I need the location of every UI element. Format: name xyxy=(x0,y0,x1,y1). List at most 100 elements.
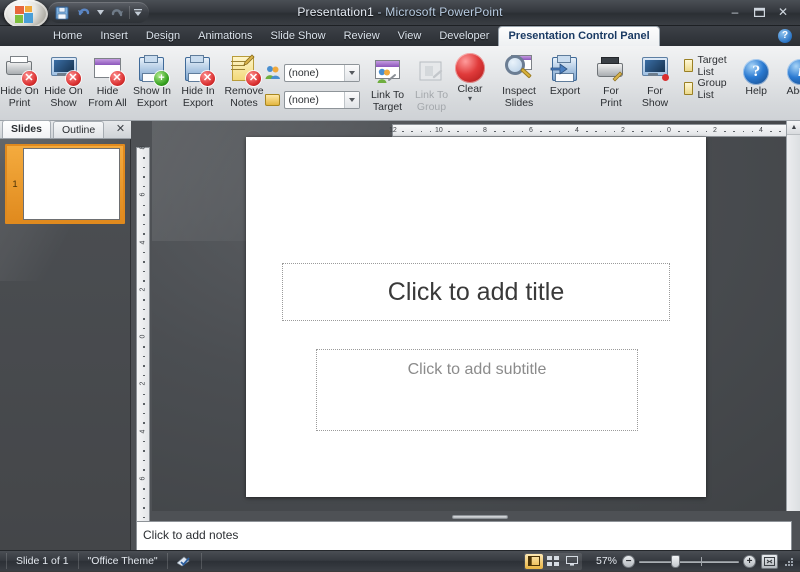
zoom-level[interactable]: 57% xyxy=(587,555,617,567)
button-label-line2: Show xyxy=(50,98,76,110)
folder-icon xyxy=(265,92,281,108)
about-button[interactable]: i About xyxy=(778,54,800,101)
ruler-tick-label: 6 xyxy=(139,193,146,197)
button-label-line2: Export xyxy=(137,98,167,110)
title-placeholder[interactable]: Click to add title xyxy=(282,263,670,321)
slide-surface[interactable]: Click to add title Click to add subtitle xyxy=(246,137,706,497)
export-button[interactable]: Export xyxy=(543,50,587,101)
for-print-button[interactable]: For Print xyxy=(589,50,633,112)
ruler-tick xyxy=(770,131,772,133)
hide-in-export-button[interactable]: ✕ Hide In Export xyxy=(175,50,221,112)
tab-presentation-control-panel[interactable]: Presentation Control Panel xyxy=(498,26,659,46)
zoom-track[interactable] xyxy=(639,555,739,568)
ruler-tick xyxy=(494,131,496,133)
normal-view-icon xyxy=(528,556,540,566)
button-label-line1: Inspect xyxy=(502,86,536,98)
zoom-slider[interactable]: − + xyxy=(622,555,756,568)
target-combo[interactable]: (none) xyxy=(284,64,360,82)
slide-sorter-view-button[interactable] xyxy=(544,554,562,569)
ruler-tick xyxy=(143,328,145,330)
close-pane-icon[interactable]: ✕ xyxy=(114,123,127,136)
group-list-button[interactable]: Group List xyxy=(679,79,735,98)
spell-check-status[interactable] xyxy=(168,553,202,569)
tab-review[interactable]: Review xyxy=(335,27,389,46)
ruler-tick xyxy=(467,131,469,133)
slide-thumbnail-preview xyxy=(23,148,120,220)
scroll-up-icon[interactable]: ▲ xyxy=(787,121,800,135)
ruler-tick xyxy=(143,176,145,178)
ruler-tick-label: 2 xyxy=(139,287,146,291)
ruler-tick xyxy=(143,299,145,301)
tab-slides[interactable]: Slides xyxy=(2,120,51,138)
chevron-down-icon[interactable] xyxy=(344,92,359,108)
ruler-tick xyxy=(448,131,450,133)
chevron-down-icon[interactable]: ▾ xyxy=(451,96,489,101)
ruler-tick xyxy=(733,131,735,133)
ruler-tick-label: 2 xyxy=(621,127,625,134)
slide-counter[interactable]: Slide 1 of 1 xyxy=(6,553,79,569)
ruler-tick xyxy=(687,131,689,133)
maximize-button[interactable] xyxy=(748,4,770,20)
zoom-out-button[interactable]: − xyxy=(622,555,635,568)
tab-outline[interactable]: Outline xyxy=(53,121,104,138)
ruler-tick xyxy=(421,131,423,133)
fit-to-window-button[interactable] xyxy=(761,554,778,569)
link-to-target-button[interactable]: Link To Target xyxy=(366,54,410,116)
splitter-grip[interactable] xyxy=(452,515,508,519)
slide-x-icon: ✕ xyxy=(92,53,124,85)
zoom-handle[interactable] xyxy=(671,555,680,568)
group-combo[interactable]: (none) xyxy=(284,91,360,109)
tab-home[interactable]: Home xyxy=(44,27,91,46)
no-entry-icon xyxy=(454,53,486,83)
normal-view-button[interactable] xyxy=(525,554,543,569)
help-question-icon: ? xyxy=(740,57,772,85)
notes-splitter[interactable] xyxy=(136,514,792,520)
chevron-down-icon[interactable] xyxy=(344,65,359,81)
button-label-line2: Show xyxy=(642,98,668,110)
ruler-tick xyxy=(143,460,145,462)
ribbon-help-icon[interactable]: ? xyxy=(778,29,792,43)
ruler-tick xyxy=(513,131,515,133)
for-show-button[interactable]: For Show xyxy=(633,50,677,112)
vertical-scrollbar[interactable]: ▲ xyxy=(786,121,800,511)
remove-notes-button[interactable]: ✕ Remove Notes xyxy=(221,50,267,112)
vertical-ruler[interactable]: 864202468 xyxy=(136,147,150,527)
group-combo-value: (none) xyxy=(289,94,319,106)
subtitle-placeholder[interactable]: Click to add subtitle xyxy=(316,349,638,431)
tab-slide-show[interactable]: Slide Show xyxy=(262,27,335,46)
hide-on-show-button[interactable]: ✕ Hide On Show xyxy=(42,50,86,112)
tab-animations[interactable]: Animations xyxy=(189,27,261,46)
slide-show-view-button[interactable] xyxy=(563,554,581,569)
resize-grip[interactable] xyxy=(783,556,794,567)
tab-developer[interactable]: Developer xyxy=(430,27,498,46)
inspect-slides-button[interactable]: Inspect Slides xyxy=(495,50,543,112)
zoom-in-button[interactable]: + xyxy=(743,555,756,568)
slide-thumbnail-1[interactable]: 1 xyxy=(5,144,125,224)
link-group-icon xyxy=(416,57,448,89)
tab-insert[interactable]: Insert xyxy=(91,27,137,46)
button-label-line1: Show In xyxy=(133,86,171,98)
minimize-button[interactable]: – xyxy=(724,4,746,20)
notes-pane[interactable]: Click to add notes xyxy=(136,521,792,551)
ruler-tick-label: 6 xyxy=(139,476,146,480)
title-separator: - xyxy=(374,5,385,19)
group-list-icon xyxy=(684,82,693,95)
clear-button[interactable]: Clear ▾ xyxy=(449,50,491,104)
hide-from-all-button[interactable]: ✕ Hide From All xyxy=(86,50,130,112)
ruler-tick xyxy=(549,131,551,133)
horizontal-ruler[interactable]: 12108642024681012 xyxy=(392,124,800,137)
ruler-tick-label: 4 xyxy=(759,127,763,134)
button-label-line2: Target xyxy=(373,102,402,114)
pencil-icon xyxy=(242,54,256,68)
tab-design[interactable]: Design xyxy=(137,27,189,46)
tab-view[interactable]: View xyxy=(389,27,431,46)
ruler-tick xyxy=(724,131,726,133)
close-button[interactable]: ✕ xyxy=(772,4,794,20)
hide-on-print-button[interactable]: ✕ Hide On Print xyxy=(0,50,42,112)
ruler-tick xyxy=(143,346,145,348)
help-button[interactable]: ? Help xyxy=(734,54,778,101)
target-list-button[interactable]: Target List xyxy=(679,56,735,75)
theme-name[interactable]: "Office Theme" xyxy=(79,553,168,569)
show-in-export-button[interactable]: + Show In Export xyxy=(129,50,175,112)
group-list-label: Group List xyxy=(697,77,730,101)
